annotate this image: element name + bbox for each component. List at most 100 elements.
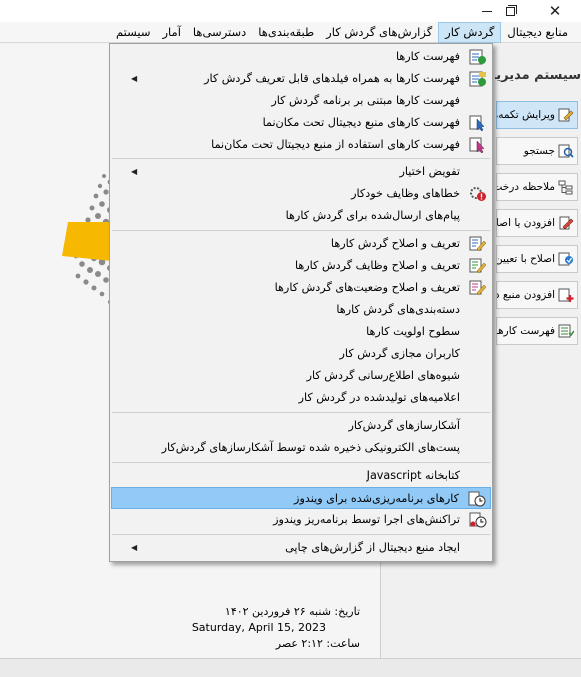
edit-buttons-icon bbox=[558, 108, 574, 122]
menu-workflow-reports[interactable]: گزارش‌های گردش کار bbox=[320, 22, 438, 43]
menu-digital-resources[interactable]: منابع دیجیتال bbox=[501, 22, 574, 43]
menu-item-label: پست‌های الکترونیکی ذخیره شده توسط آشکارس… bbox=[161, 441, 460, 454]
menu-classifications[interactable]: طبقه‌بندی‌ها bbox=[252, 22, 320, 43]
menu-item-resource-tasks-cursor[interactable]: فهرست کارهای منبع دیجیتال تحت مکان‌نما bbox=[111, 112, 491, 134]
tree-view-icon bbox=[558, 180, 573, 195]
task-list-fields-icon bbox=[469, 71, 486, 87]
status-strip bbox=[0, 658, 581, 677]
menu-access[interactable]: دسترسی‌ها bbox=[187, 22, 252, 43]
edit-specify-label: اصلاح با تعیین bbox=[496, 253, 555, 265]
menu-item-label: کارهای برنامه‌ریزی‌شده برای ویندوز bbox=[294, 492, 459, 505]
menu-item-javascript-library[interactable]: کتابخانه Javascript bbox=[111, 465, 491, 487]
maximize-button[interactable] bbox=[493, 0, 527, 22]
menu-item-task-list-program[interactable]: فهرست کارها مبتنی بر برنامه گردش کار bbox=[111, 90, 491, 112]
menu-item-label: تعریف و اصلاح گردش کارها bbox=[330, 237, 460, 250]
tree-view-button[interactable]: ملاحظه درخت bbox=[496, 173, 578, 201]
task-usage-cursor-icon bbox=[469, 137, 485, 153]
menu-workflow[interactable]: گردش کار bbox=[438, 21, 502, 43]
submenu-arrow-icon: ◀ bbox=[131, 543, 138, 552]
time-value: ۲:۱۲ عصر bbox=[275, 637, 323, 650]
maximize-icon bbox=[505, 4, 517, 16]
search-button[interactable]: جستجو bbox=[496, 137, 578, 165]
search-icon bbox=[558, 144, 574, 158]
menu-item-detector-emails[interactable]: پست‌های الکترونیکی ذخیره شده توسط آشکارس… bbox=[111, 437, 491, 459]
menu-item-delegation[interactable]: تفویض اختیار ◀ bbox=[111, 161, 491, 183]
menu-item-scheduler-transactions[interactable]: تراکنش‌های اجرا توسط برنامه‌ریز ویندوز bbox=[111, 509, 491, 531]
menu-item-label: شیوه‌های اطلاع‌رسانی گردش کار bbox=[306, 369, 460, 382]
menu-separator bbox=[112, 534, 490, 535]
menu-item-label: پیام‌های ارسال‌شده برای گردش کارها bbox=[285, 209, 460, 222]
add-edit-button[interactable]: افزودن یا اصلاح bbox=[496, 209, 578, 237]
workflow-tasks-edit-icon bbox=[469, 258, 487, 274]
time-row: ساعت: ۲:۱۲ عصر bbox=[150, 636, 360, 652]
title-bar: ✕ bbox=[0, 0, 581, 22]
task-list-icon bbox=[558, 324, 574, 338]
add-edit-icon bbox=[559, 216, 574, 230]
edit-specify-button[interactable]: اصلاح با تعیین bbox=[496, 245, 578, 273]
close-button[interactable]: ✕ bbox=[538, 0, 572, 22]
menu-item-define-workflow-statuses[interactable]: تعریف و اصلاح وضعیت‌های گردش کارها bbox=[111, 277, 491, 299]
edit-buttons-button[interactable]: ویرایش تکمه‌ها bbox=[496, 101, 578, 129]
workflow-edit-icon bbox=[469, 236, 487, 252]
time-label: ساعت: bbox=[326, 637, 360, 650]
menu-separator bbox=[112, 230, 490, 231]
menu-item-generated-notices[interactable]: اعلامیه‌های تولیدشده در گردش کار bbox=[111, 387, 491, 409]
menu-item-sent-messages[interactable]: پیام‌های ارسال‌شده برای گردش کارها bbox=[111, 205, 491, 227]
gregorian-date: Saturday, April 15, 2023 bbox=[191, 621, 326, 634]
menu-item-label: سطوح اولویت کارها bbox=[366, 325, 460, 338]
menu-item-define-workflows[interactable]: تعریف و اصلاح گردش کارها bbox=[111, 233, 491, 255]
tree-view-label: ملاحظه درخت bbox=[496, 181, 555, 193]
menu-statistics[interactable]: آمار bbox=[156, 22, 186, 43]
menu-item-label: تفویض اختیار bbox=[399, 165, 460, 178]
edit-specify-icon bbox=[558, 252, 573, 266]
menu-item-label: کاربران مجازی گردش کار bbox=[339, 347, 460, 360]
menu-item-virtual-users[interactable]: کاربران مجازی گردش کار bbox=[111, 343, 491, 365]
menu-item-label: تعریف و اصلاح وظایف گردش کارها bbox=[294, 259, 460, 272]
menu-item-label: فهرست کارهای منبع دیجیتال تحت مکان‌نما bbox=[262, 116, 460, 129]
menu-item-define-workflow-tasks[interactable]: تعریف و اصلاح وظایف گردش کارها bbox=[111, 255, 491, 277]
task-list-side-button[interactable]: فهرست کارها bbox=[496, 317, 578, 345]
menu-item-label: فهرست کارهای استفاده از منبع دیجیتال تحت… bbox=[211, 138, 460, 151]
auto-task-error-icon bbox=[470, 187, 486, 201]
add-edit-label: افزودن یا اصلاح bbox=[496, 217, 555, 229]
submenu-arrow-icon: ◀ bbox=[131, 167, 138, 176]
menu-item-create-resource-from-reports[interactable]: ایجاد منبع دیجیتال از گزارش‌های چاپی ◀ bbox=[111, 537, 491, 559]
add-resource-button[interactable]: افزودن منبع دیجیتال bbox=[496, 281, 578, 309]
menu-item-workflow-detectors[interactable]: آشکارسازهای گردش‌کار bbox=[111, 415, 491, 437]
submenu-arrow-icon: ◀ bbox=[131, 74, 138, 83]
menu-separator bbox=[112, 462, 490, 463]
menu-item-label: تراکنش‌های اجرا توسط برنامه‌ریز ویندوز bbox=[273, 513, 460, 526]
menu-item-label: خطاهای وظایف خودکار bbox=[351, 187, 460, 200]
menu-item-task-list[interactable]: فهرست کارها bbox=[111, 46, 491, 68]
date-label: تاریخ: bbox=[334, 605, 360, 618]
menu-item-label: کتابخانه Javascript bbox=[366, 469, 460, 482]
menu-item-label: اعلامیه‌های تولیدشده در گردش کار bbox=[298, 391, 460, 404]
task-list-icon bbox=[469, 49, 486, 65]
menu-item-label: تعریف و اصلاح وضعیت‌های گردش کارها bbox=[274, 281, 460, 294]
menu-separator bbox=[112, 412, 490, 413]
workflow-status-edit-icon bbox=[469, 280, 487, 296]
search-label: جستجو bbox=[523, 145, 555, 157]
menu-item-task-list-fields[interactable]: فهرست کارها به همراه فیلدهای قابل تعریف … bbox=[111, 68, 491, 90]
menu-item-label: آشکارسازهای گردش‌کار bbox=[348, 419, 460, 432]
persian-date-row: تاریخ: شنبه ۲۶ فروردین ۱۴۰۲ bbox=[150, 604, 360, 620]
scheduled-task-icon bbox=[468, 491, 486, 507]
task-cursor-icon bbox=[469, 115, 485, 131]
menu-item-workflow-categories[interactable]: دسته‌بندی‌های گردش کارها bbox=[111, 299, 491, 321]
menu-item-label: فهرست کارها bbox=[395, 50, 460, 63]
menu-item-label: ایجاد منبع دیجیتال از گزارش‌های چاپی bbox=[285, 541, 460, 554]
menu-item-notification-methods[interactable]: شیوه‌های اطلاع‌رسانی گردش کار bbox=[111, 365, 491, 387]
menu-item-label: دسته‌بندی‌های گردش کارها bbox=[336, 303, 460, 316]
scheduler-transactions-icon bbox=[469, 512, 487, 528]
menu-system[interactable]: سیستم bbox=[110, 22, 157, 43]
add-resource-icon bbox=[558, 288, 574, 302]
minimize-icon bbox=[482, 10, 492, 12]
menu-item-task-priority-levels[interactable]: سطوح اولویت کارها bbox=[111, 321, 491, 343]
edit-buttons-label: ویرایش تکمه‌ها bbox=[496, 109, 555, 121]
menu-item-resource-usage-cursor[interactable]: فهرست کارهای استفاده از منبع دیجیتال تحت… bbox=[111, 134, 491, 156]
menu-item-auto-task-errors[interactable]: خطاهای وظایف خودکار bbox=[111, 183, 491, 205]
menu-item-scheduled-tasks[interactable]: کارهای برنامه‌ریزی‌شده برای ویندوز bbox=[111, 487, 491, 509]
persian-date: شنبه ۲۶ فروردین ۱۴۰۲ bbox=[224, 605, 331, 618]
menu-separator bbox=[112, 158, 490, 159]
menu-item-label: فهرست کارها به همراه فیلدهای قابل تعریف … bbox=[204, 72, 460, 85]
